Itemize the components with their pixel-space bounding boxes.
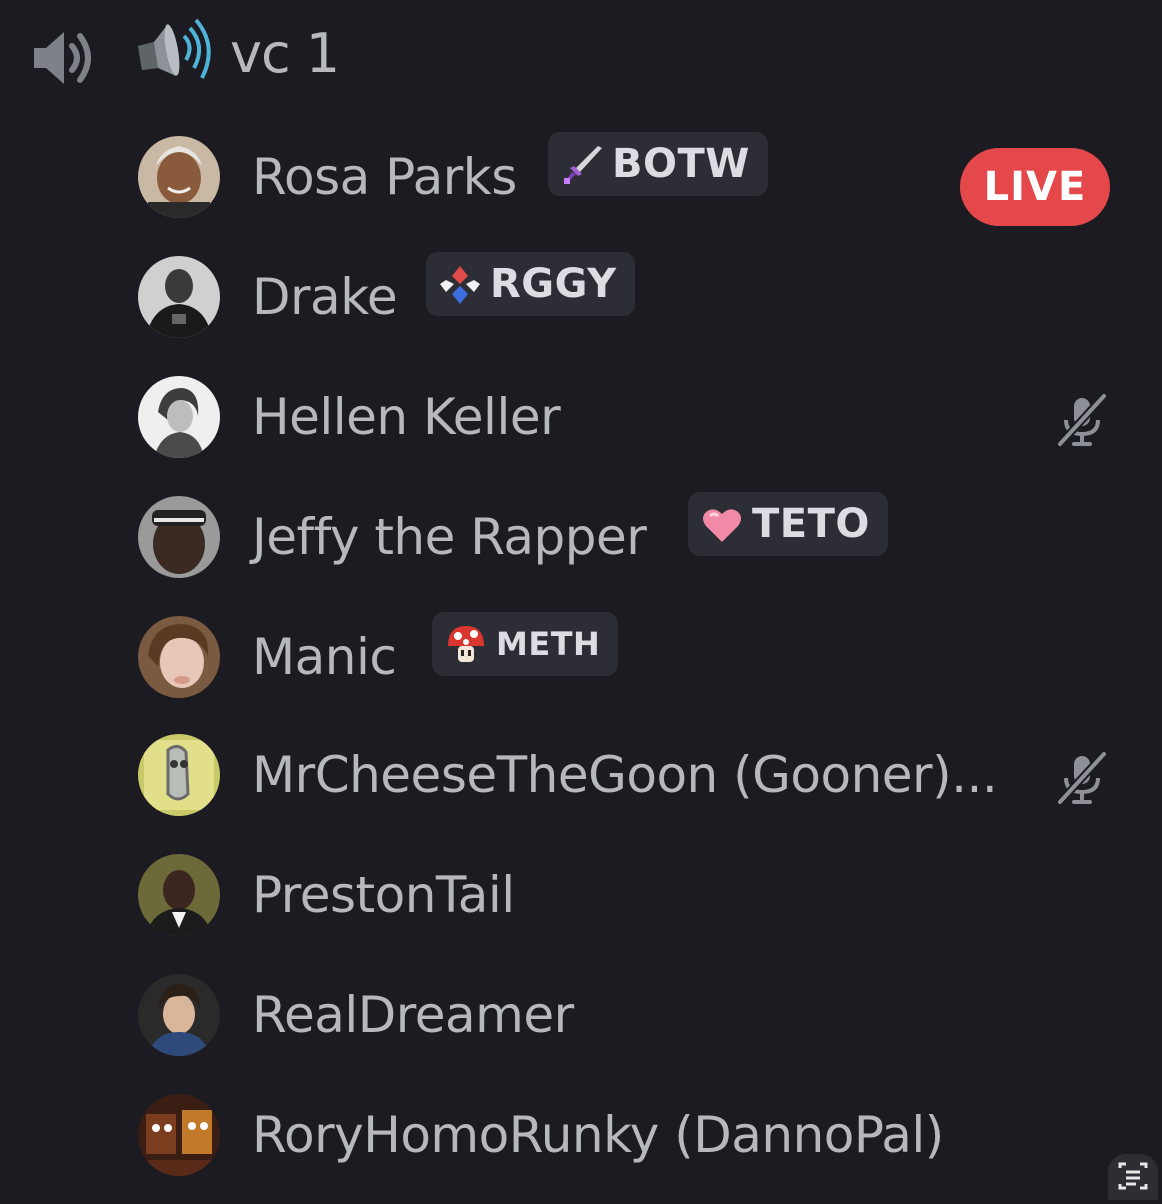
text-scan-icon — [1118, 1162, 1148, 1190]
gem-diamond-icon — [440, 266, 480, 304]
mushroom-icon — [448, 626, 484, 662]
avatar — [138, 854, 220, 936]
live-badge[interactable]: LIVE — [960, 148, 1110, 226]
member-name: RealDreamer — [252, 986, 574, 1044]
heart-icon — [703, 509, 741, 542]
server-tag-label: RGGY — [490, 261, 617, 307]
member-name: MrCheeseTheGoon (Gooner)... — [252, 746, 998, 804]
speaker-icon — [34, 32, 91, 84]
member-name: Drake — [252, 268, 398, 326]
live-text-scan-button[interactable] — [1108, 1154, 1158, 1200]
voice-member[interactable]: Hellen Keller — [0, 362, 1162, 472]
avatar — [138, 136, 220, 218]
voice-member[interactable]: RealDreamer — [0, 960, 1162, 1070]
channel-name: vc 1 — [230, 22, 340, 85]
avatar — [138, 734, 220, 816]
voice-member[interactable]: Drake RGGY — [0, 242, 1162, 352]
member-name: Hellen Keller — [252, 388, 561, 446]
loudspeaker-emoji-icon — [138, 18, 211, 79]
member-name: Rosa Parks — [252, 148, 517, 206]
avatar — [138, 616, 220, 698]
server-tag-label: METH — [496, 625, 601, 663]
member-name: RoryHomoRunky (DannoPal) — [252, 1106, 944, 1164]
avatar — [138, 256, 220, 338]
voice-member[interactable]: MrCheeseTheGoon (Gooner)... — [0, 720, 1162, 830]
member-name: Jeffy the Rapper — [252, 508, 647, 566]
member-name: Manic — [252, 628, 397, 686]
server-tag[interactable]: METH — [432, 612, 619, 676]
avatar — [138, 974, 220, 1056]
voice-member[interactable]: RoryHomoRunky (DannoPal) — [0, 1080, 1162, 1190]
member-name: PrestonTail — [252, 866, 515, 924]
avatar — [138, 496, 220, 578]
server-tag-label: TETO — [752, 501, 870, 547]
voice-member[interactable]: Rosa Parks BOTW LIVE — [0, 122, 1162, 232]
voice-channel-header[interactable]: vc 1 — [0, 0, 1162, 110]
microphone-muted-icon — [1057, 393, 1107, 447]
voice-member[interactable]: Jeffy the Rapper TETO — [0, 482, 1162, 592]
server-tag-label: BOTW — [612, 141, 750, 187]
avatar — [138, 376, 220, 458]
server-tag[interactable]: RGGY — [426, 252, 635, 316]
avatar — [138, 1094, 220, 1176]
voice-member[interactable]: PrestonTail — [0, 840, 1162, 950]
voice-member[interactable]: Manic METH — [0, 602, 1162, 712]
server-tag[interactable]: BOTW — [548, 132, 768, 196]
server-tag[interactable]: TETO — [688, 492, 888, 556]
sword-icon — [564, 146, 602, 184]
microphone-muted-icon — [1057, 751, 1107, 805]
